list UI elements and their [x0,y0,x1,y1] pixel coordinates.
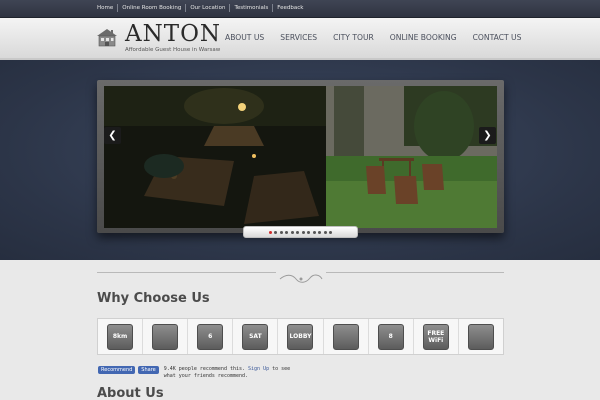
nav-online-booking[interactable]: ONLINE BOOKING [390,33,457,42]
feature-item[interactable] [459,319,503,354]
chevron-right-icon: ❯ [483,130,492,141]
fb-recommend-button[interactable]: Recommend [98,366,136,374]
feature-item[interactable] [143,319,189,354]
building-icon: 6 [197,323,224,350]
feature-item[interactable]: LOBBY [278,319,324,354]
fb-count-text: 9.4K people recommend this. [163,366,246,372]
nav-city-tour[interactable]: CITY TOUR [333,33,374,42]
top-link-feedback[interactable]: Feedback [273,4,307,12]
slider-frame [97,80,504,233]
playground-icon [152,323,179,350]
top-links: Home Online Room Booking Our Location Te… [97,4,308,12]
fb-suffix-text: to see [272,366,291,372]
top-link-home[interactable]: Home [97,4,119,12]
slider-dot[interactable] [301,230,305,234]
slider-dot[interactable] [329,230,333,234]
top-utility-bar: Home Online Room Booking Our Location Te… [0,0,600,18]
house-logo-icon[interactable] [95,27,119,47]
slider-dot[interactable] [268,230,272,234]
slider-dot[interactable] [296,230,300,234]
restaurant-icon [332,323,359,350]
top-link-online-room-booking[interactable]: Online Room Booking [118,4,187,12]
feature-item[interactable]: 8 [369,319,414,354]
satellite-tv-icon: SAT [242,323,269,350]
facebook-recommend: Recommend Share 9.4K people recommend th… [98,366,290,380]
slide-image [104,86,497,228]
about-title: About Us [97,386,164,400]
slider-dot[interactable] [312,230,316,234]
site-header: ANTON Affordable Guest House in Warsaw A… [0,18,600,60]
distance-bus-icon: 8km [107,323,134,350]
lobby-icon: LOBBY [287,323,314,350]
slider-dot[interactable] [318,230,322,234]
billiards-icon: 8 [377,323,404,350]
slider-pagination [243,226,358,238]
slider-dot[interactable] [323,230,327,234]
logo-tagline: Affordable Guest House in Warsaw [125,47,221,53]
fb-line2-text: what your friends recommend. [163,373,249,379]
slider-dot[interactable] [290,230,294,234]
slider-dot[interactable] [279,230,283,234]
main-nav: ABOUT US SERVICES CITY TOUR ONLINE BOOKI… [225,33,521,42]
slider-prev-button[interactable]: ❮ [104,127,121,144]
slider-dot[interactable] [307,230,311,234]
why-choose-title: Why Choose Us [97,291,210,306]
ornament-icon [276,268,326,283]
feature-item[interactable]: 8km [98,319,144,354]
top-link-our-location[interactable]: Our Location [186,4,231,12]
top-link-testimonials[interactable]: Testimonials [230,4,274,12]
feature-item[interactable]: SAT [233,319,279,354]
slider-dot[interactable] [285,230,289,234]
slider-dot[interactable] [274,230,278,234]
feature-item[interactable]: FREE WiFi [414,319,459,354]
wifi-icon: FREE WiFi [422,323,449,350]
chevron-left-icon: ❮ [108,130,117,141]
nav-about-us[interactable]: ABOUT US [225,33,264,42]
fb-signup-link[interactable]: Sign Up [248,366,269,372]
nav-services[interactable]: SERVICES [280,33,317,42]
feature-item[interactable] [324,319,369,354]
feature-item[interactable]: 6 [188,319,234,354]
garden-icon [467,323,494,350]
hero-section: ❮ ❯ [0,60,600,260]
nav-contact-us[interactable]: CONTACT US [473,33,522,42]
slider-next-button[interactable]: ❯ [479,127,496,144]
logo-title[interactable]: ANTON [125,21,221,47]
fb-share-button[interactable]: Share [138,366,159,374]
fb-recommend-text: 9.4K people recommend this. Sign Up to s… [164,366,290,380]
features-bar: 8km 6 SAT LOBBY 8 FREE WiFi [97,318,504,355]
